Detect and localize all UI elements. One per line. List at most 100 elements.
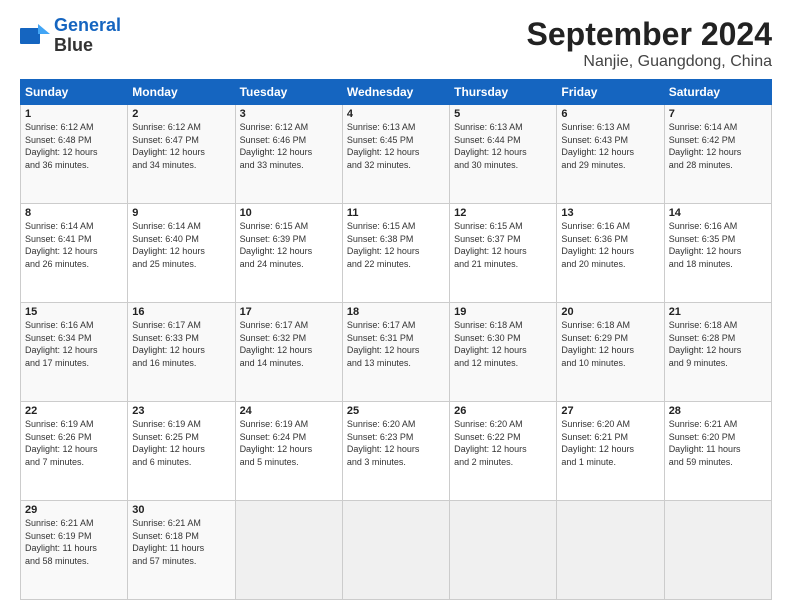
calendar-week-3: 15Sunrise: 6:16 AM Sunset: 6:34 PM Dayli… (21, 303, 772, 402)
day-info: Sunrise: 6:17 AM Sunset: 6:31 PM Dayligh… (347, 319, 445, 369)
logo-text: General Blue (54, 16, 121, 56)
day-number: 24 (240, 405, 338, 417)
calendar-cell: 9Sunrise: 6:14 AM Sunset: 6:40 PM Daylig… (128, 204, 235, 303)
calendar-cell: 22Sunrise: 6:19 AM Sunset: 6:26 PM Dayli… (21, 402, 128, 501)
calendar-cell: 15Sunrise: 6:16 AM Sunset: 6:34 PM Dayli… (21, 303, 128, 402)
day-number: 5 (454, 108, 552, 120)
calendar-cell (235, 501, 342, 600)
col-monday: Monday (128, 80, 235, 105)
day-info: Sunrise: 6:16 AM Sunset: 6:34 PM Dayligh… (25, 319, 123, 369)
day-info: Sunrise: 6:19 AM Sunset: 6:24 PM Dayligh… (240, 418, 338, 468)
calendar-header-row: Sunday Monday Tuesday Wednesday Thursday… (21, 80, 772, 105)
calendar-cell: 17Sunrise: 6:17 AM Sunset: 6:32 PM Dayli… (235, 303, 342, 402)
calendar-cell (342, 501, 449, 600)
day-info: Sunrise: 6:13 AM Sunset: 6:44 PM Dayligh… (454, 121, 552, 171)
day-info: Sunrise: 6:13 AM Sunset: 6:45 PM Dayligh… (347, 121, 445, 171)
calendar-cell: 25Sunrise: 6:20 AM Sunset: 6:23 PM Dayli… (342, 402, 449, 501)
calendar-cell: 23Sunrise: 6:19 AM Sunset: 6:25 PM Dayli… (128, 402, 235, 501)
day-number: 19 (454, 306, 552, 318)
day-number: 23 (132, 405, 230, 417)
day-number: 15 (25, 306, 123, 318)
day-number: 30 (132, 504, 230, 516)
day-info: Sunrise: 6:18 AM Sunset: 6:30 PM Dayligh… (454, 319, 552, 369)
logo-icon (20, 24, 50, 48)
calendar-cell (557, 501, 664, 600)
day-info: Sunrise: 6:13 AM Sunset: 6:43 PM Dayligh… (561, 121, 659, 171)
day-info: Sunrise: 6:15 AM Sunset: 6:38 PM Dayligh… (347, 220, 445, 270)
day-info: Sunrise: 6:20 AM Sunset: 6:23 PM Dayligh… (347, 418, 445, 468)
logo: General Blue (20, 16, 121, 56)
calendar-cell: 6Sunrise: 6:13 AM Sunset: 6:43 PM Daylig… (557, 105, 664, 204)
day-info: Sunrise: 6:16 AM Sunset: 6:36 PM Dayligh… (561, 220, 659, 270)
header: General Blue September 2024 Nanjie, Guan… (20, 16, 772, 71)
day-number: 11 (347, 207, 445, 219)
day-number: 1 (25, 108, 123, 120)
calendar-cell: 13Sunrise: 6:16 AM Sunset: 6:36 PM Dayli… (557, 204, 664, 303)
day-info: Sunrise: 6:21 AM Sunset: 6:19 PM Dayligh… (25, 517, 123, 567)
day-info: Sunrise: 6:20 AM Sunset: 6:22 PM Dayligh… (454, 418, 552, 468)
day-info: Sunrise: 6:19 AM Sunset: 6:25 PM Dayligh… (132, 418, 230, 468)
calendar-week-5: 29Sunrise: 6:21 AM Sunset: 6:19 PM Dayli… (21, 501, 772, 600)
day-info: Sunrise: 6:16 AM Sunset: 6:35 PM Dayligh… (669, 220, 767, 270)
calendar-cell: 29Sunrise: 6:21 AM Sunset: 6:19 PM Dayli… (21, 501, 128, 600)
day-info: Sunrise: 6:17 AM Sunset: 6:32 PM Dayligh… (240, 319, 338, 369)
day-number: 18 (347, 306, 445, 318)
main-title: September 2024 (527, 16, 772, 53)
col-saturday: Saturday (664, 80, 771, 105)
calendar-cell: 8Sunrise: 6:14 AM Sunset: 6:41 PM Daylig… (21, 204, 128, 303)
calendar-cell: 18Sunrise: 6:17 AM Sunset: 6:31 PM Dayli… (342, 303, 449, 402)
day-number: 4 (347, 108, 445, 120)
day-info: Sunrise: 6:15 AM Sunset: 6:39 PM Dayligh… (240, 220, 338, 270)
page: General Blue September 2024 Nanjie, Guan… (0, 0, 792, 612)
day-info: Sunrise: 6:17 AM Sunset: 6:33 PM Dayligh… (132, 319, 230, 369)
day-info: Sunrise: 6:18 AM Sunset: 6:28 PM Dayligh… (669, 319, 767, 369)
calendar-cell: 1Sunrise: 6:12 AM Sunset: 6:48 PM Daylig… (21, 105, 128, 204)
day-number: 10 (240, 207, 338, 219)
calendar-cell: 3Sunrise: 6:12 AM Sunset: 6:46 PM Daylig… (235, 105, 342, 204)
day-number: 2 (132, 108, 230, 120)
col-sunday: Sunday (21, 80, 128, 105)
subtitle: Nanjie, Guangdong, China (527, 53, 772, 71)
calendar-table: Sunday Monday Tuesday Wednesday Thursday… (20, 79, 772, 600)
day-number: 17 (240, 306, 338, 318)
col-tuesday: Tuesday (235, 80, 342, 105)
calendar-cell: 5Sunrise: 6:13 AM Sunset: 6:44 PM Daylig… (450, 105, 557, 204)
calendar-cell: 7Sunrise: 6:14 AM Sunset: 6:42 PM Daylig… (664, 105, 771, 204)
day-info: Sunrise: 6:19 AM Sunset: 6:26 PM Dayligh… (25, 418, 123, 468)
calendar-cell: 12Sunrise: 6:15 AM Sunset: 6:37 PM Dayli… (450, 204, 557, 303)
calendar-cell: 4Sunrise: 6:13 AM Sunset: 6:45 PM Daylig… (342, 105, 449, 204)
calendar-cell: 19Sunrise: 6:18 AM Sunset: 6:30 PM Dayli… (450, 303, 557, 402)
calendar-cell: 30Sunrise: 6:21 AM Sunset: 6:18 PM Dayli… (128, 501, 235, 600)
calendar-cell: 27Sunrise: 6:20 AM Sunset: 6:21 PM Dayli… (557, 402, 664, 501)
day-number: 27 (561, 405, 659, 417)
calendar-cell: 10Sunrise: 6:15 AM Sunset: 6:39 PM Dayli… (235, 204, 342, 303)
calendar-cell: 26Sunrise: 6:20 AM Sunset: 6:22 PM Dayli… (450, 402, 557, 501)
calendar-week-4: 22Sunrise: 6:19 AM Sunset: 6:26 PM Dayli… (21, 402, 772, 501)
calendar-cell: 28Sunrise: 6:21 AM Sunset: 6:20 PM Dayli… (664, 402, 771, 501)
day-number: 7 (669, 108, 767, 120)
day-number: 25 (347, 405, 445, 417)
calendar-week-1: 1Sunrise: 6:12 AM Sunset: 6:48 PM Daylig… (21, 105, 772, 204)
col-wednesday: Wednesday (342, 80, 449, 105)
calendar-cell: 24Sunrise: 6:19 AM Sunset: 6:24 PM Dayli… (235, 402, 342, 501)
day-number: 22 (25, 405, 123, 417)
calendar-cell: 20Sunrise: 6:18 AM Sunset: 6:29 PM Dayli… (557, 303, 664, 402)
day-info: Sunrise: 6:14 AM Sunset: 6:40 PM Dayligh… (132, 220, 230, 270)
day-info: Sunrise: 6:12 AM Sunset: 6:48 PM Dayligh… (25, 121, 123, 171)
day-info: Sunrise: 6:21 AM Sunset: 6:20 PM Dayligh… (669, 418, 767, 468)
calendar-cell (450, 501, 557, 600)
day-info: Sunrise: 6:14 AM Sunset: 6:42 PM Dayligh… (669, 121, 767, 171)
col-thursday: Thursday (450, 80, 557, 105)
calendar-cell: 14Sunrise: 6:16 AM Sunset: 6:35 PM Dayli… (664, 204, 771, 303)
day-info: Sunrise: 6:12 AM Sunset: 6:46 PM Dayligh… (240, 121, 338, 171)
day-info: Sunrise: 6:18 AM Sunset: 6:29 PM Dayligh… (561, 319, 659, 369)
day-number: 8 (25, 207, 123, 219)
calendar-cell: 16Sunrise: 6:17 AM Sunset: 6:33 PM Dayli… (128, 303, 235, 402)
calendar-cell: 21Sunrise: 6:18 AM Sunset: 6:28 PM Dayli… (664, 303, 771, 402)
day-info: Sunrise: 6:14 AM Sunset: 6:41 PM Dayligh… (25, 220, 123, 270)
calendar-cell (664, 501, 771, 600)
day-number: 29 (25, 504, 123, 516)
calendar-week-2: 8Sunrise: 6:14 AM Sunset: 6:41 PM Daylig… (21, 204, 772, 303)
calendar-cell: 11Sunrise: 6:15 AM Sunset: 6:38 PM Dayli… (342, 204, 449, 303)
col-friday: Friday (557, 80, 664, 105)
